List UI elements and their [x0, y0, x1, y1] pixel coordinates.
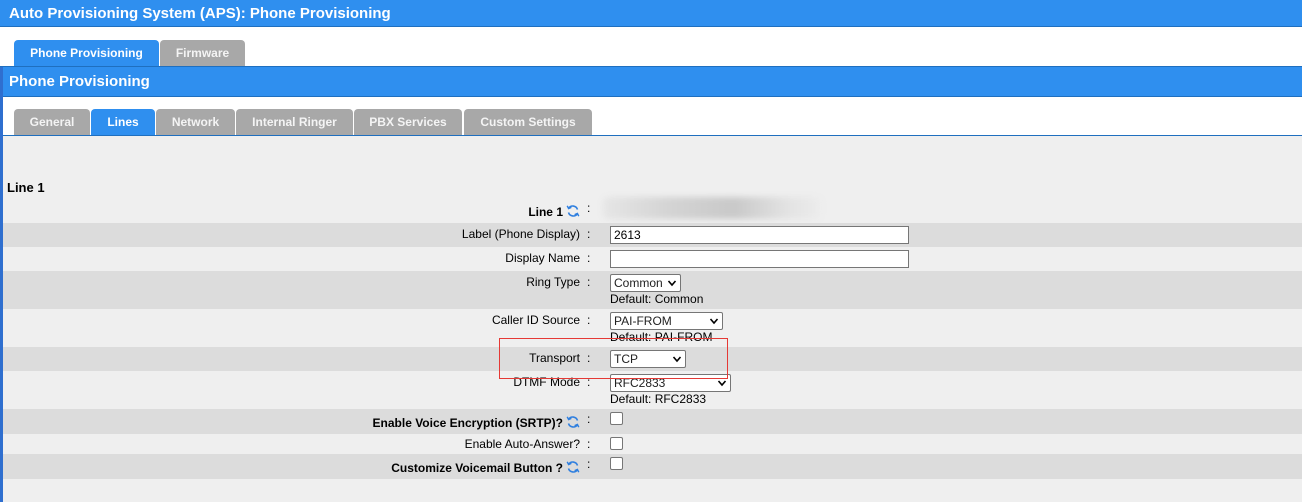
tab-pbx-services[interactable]: PBX Services — [354, 109, 462, 135]
auto-answer-label: Enable Auto-Answer? — [464, 437, 580, 451]
app-title: Auto Provisioning System (APS): Phone Pr… — [9, 5, 391, 22]
voicemail-button-label: Customize Voicemail Button ? — [391, 460, 580, 475]
sub-tab-bar: General Lines Network Internal Ringer PB… — [3, 97, 1302, 136]
display-name-label: Display Name — [505, 251, 580, 265]
line1-label: Line 1 — [528, 204, 580, 219]
auto-answer-row: Enable Auto-Answer? : — [3, 434, 1302, 454]
tab-firmware[interactable]: Firmware — [160, 40, 245, 66]
auto-answer-colon: : — [587, 437, 591, 451]
caller-id-source-label: Caller ID Source — [491, 313, 580, 327]
voicemail-button-row: Customize Voicemail Button ? : — [3, 454, 1302, 479]
section-header: Phone Provisioning — [3, 67, 1302, 97]
ring-type-default: Default: Common — [610, 292, 704, 306]
top-tab-bar: Phone Provisioning Firmware — [0, 27, 1302, 67]
ring-type-colon: : — [587, 275, 591, 289]
chevron-down-icon — [717, 380, 727, 387]
tab-internal-ringer[interactable]: Internal Ringer — [236, 109, 353, 135]
label-display-label: Label (Phone Display) — [461, 227, 580, 241]
voicemail-button-checkbox[interactable] — [610, 457, 623, 470]
dtmf-mode-default: Default: RFC2833 — [610, 392, 707, 406]
srtp-checkbox[interactable] — [610, 412, 623, 425]
caller-id-source-colon: : — [587, 313, 591, 327]
refresh-icon[interactable] — [566, 415, 580, 429]
display-name-row: Display Name : — [3, 247, 1302, 271]
chevron-down-icon — [709, 318, 719, 325]
display-name-input[interactable] — [610, 250, 909, 268]
line1-colon: : — [587, 201, 591, 215]
label-display-row: Label (Phone Display) : — [3, 223, 1302, 247]
ring-type-select[interactable]: Common — [610, 274, 681, 292]
auto-answer-checkbox[interactable] — [610, 437, 623, 450]
tab-network[interactable]: Network — [156, 109, 235, 135]
tab-general[interactable]: General — [14, 109, 90, 135]
refresh-icon[interactable] — [566, 460, 580, 474]
srtp-colon: : — [587, 412, 591, 426]
section-title: Phone Provisioning — [9, 73, 150, 90]
transport-highlight-box — [499, 338, 728, 379]
label-display-colon: : — [587, 227, 591, 241]
srtp-label: Enable Voice Encryption (SRTP)? — [373, 415, 580, 430]
ring-type-label: Ring Type — [526, 275, 580, 289]
caller-id-source-select[interactable]: PAI-FROM — [610, 312, 723, 330]
srtp-row: Enable Voice Encryption (SRTP)? : — [3, 409, 1302, 434]
ring-type-row: Ring Type : Common Default: Common — [3, 271, 1302, 309]
tab-phone-provisioning[interactable]: Phone Provisioning — [14, 40, 159, 66]
display-name-colon: : — [587, 251, 591, 265]
line1-value-redacted — [603, 197, 821, 219]
label-display-input[interactable] — [610, 226, 909, 244]
tab-lines[interactable]: Lines — [91, 109, 155, 135]
app-title-bar: Auto Provisioning System (APS): Phone Pr… — [0, 0, 1302, 27]
tab-custom-settings[interactable]: Custom Settings — [464, 109, 592, 135]
voicemail-button-colon: : — [587, 457, 591, 471]
lines-panel: Line 1 Line 1 : Label (Phone Display) : … — [3, 136, 1302, 502]
refresh-icon[interactable] — [566, 204, 580, 218]
chevron-down-icon — [667, 280, 677, 287]
line-heading: Line 1 — [7, 180, 45, 195]
